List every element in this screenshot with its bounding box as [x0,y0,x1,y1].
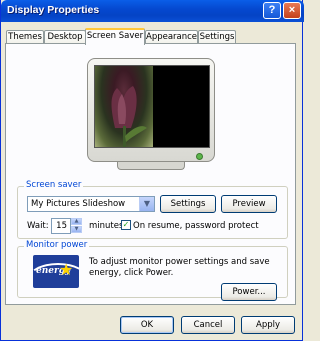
tab-appearance[interactable]: Appearance [145,30,198,44]
title-bar[interactable]: Display Properties ? × [1,0,304,22]
screen-saver-select[interactable]: My Pictures Slideshow ▼ [27,196,155,212]
monitor-bezel [87,58,215,162]
screen-saver-select-value: My Pictures Slideshow [31,199,126,209]
close-button[interactable]: × [283,2,301,19]
power-led [196,153,203,160]
star-icon: ★ [59,260,74,279]
monitor-preview [87,58,215,170]
monitor-power-description: To adjust monitor power settings and sav… [89,257,270,278]
tab-screen-saver[interactable]: Screen Saver [85,28,145,45]
help-button[interactable]: ? [263,2,281,19]
display-properties-window: Display Properties ? × Themes Desktop Sc… [0,0,304,341]
spin-up-icon[interactable]: ▲ [71,218,82,225]
ok-button[interactable]: OK [120,316,174,334]
wait-label: Wait: [27,221,49,231]
monitor-power-group-label: Monitor power [24,240,90,250]
wait-minutes-input[interactable]: 15 [51,218,71,234]
screensaver-preview-screen [94,65,210,148]
window-title: Display Properties [7,4,100,16]
power-button[interactable]: Power... [221,283,277,301]
screen-saver-group-label: Screen saver [24,180,84,190]
chevron-down-icon[interactable]: ▼ [139,197,154,211]
apply-button[interactable]: Apply [241,316,295,334]
preview-button[interactable]: Preview [221,195,277,213]
monitor-stand [117,162,185,170]
tab-desktop[interactable]: Desktop [44,30,86,44]
wait-spinner[interactable]: ▲ ▼ [71,218,82,234]
tab-themes[interactable]: Themes [6,30,44,44]
energy-star-logo: energy ★ [33,255,79,288]
tulip-photo [95,66,153,147]
spin-down-icon[interactable]: ▼ [71,226,82,233]
minutes-label: minutes [89,221,124,231]
password-protect-checkbox[interactable]: ✓ [121,220,131,230]
password-protect-label[interactable]: On resume, password protect [133,221,259,231]
settings-button[interactable]: Settings [160,195,216,213]
cancel-button[interactable]: Cancel [181,316,235,334]
tab-settings[interactable]: Settings [198,30,236,44]
